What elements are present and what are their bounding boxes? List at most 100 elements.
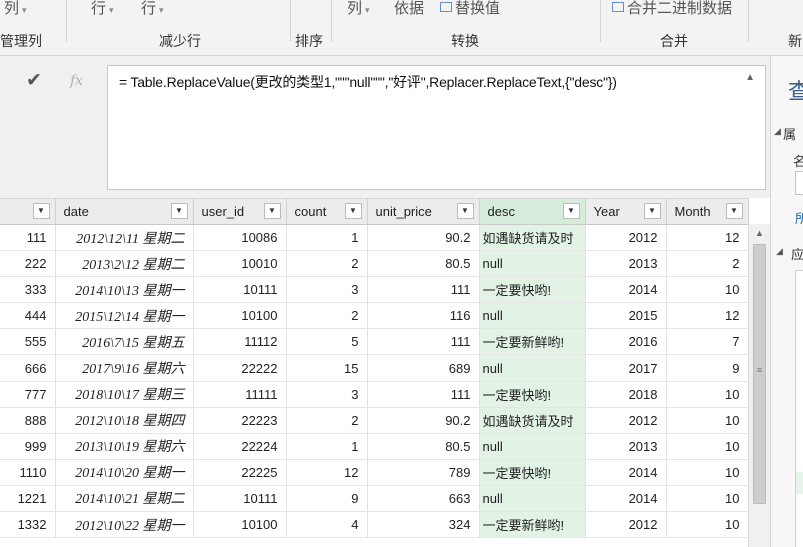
table-cell-id[interactable]: 111 (0, 224, 56, 252)
table-cell-Month[interactable]: 9 (666, 354, 749, 382)
column-header-month[interactable]: Month ▼ (666, 198, 749, 225)
table-cell-user-id[interactable]: 11112 (193, 328, 287, 356)
table-cell-desc[interactable]: null (479, 433, 586, 460)
table-cell-id[interactable]: 666 (0, 354, 56, 382)
table-cell-desc[interactable]: 一定要快哟! (479, 459, 586, 486)
table-cell-count[interactable]: 1 (286, 224, 368, 252)
table-cell-date[interactable]: 2014\10\21 星期二 (55, 485, 194, 513)
table-row[interactable]: 777 2018\10\17 星期三 11111 3 111 一定要快哟! 2018 10 (0, 381, 749, 408)
table-cell-desc[interactable]: null (479, 302, 586, 330)
table-cell-unit-price[interactable]: 90.2 (367, 224, 480, 252)
applied-steps-section-header[interactable]: 应 (791, 244, 803, 263)
filter-dropdown-icon[interactable]: ▼ (562, 203, 580, 219)
table-cell-unit-price[interactable]: 663 (367, 485, 480, 513)
table-cell-desc[interactable]: null (479, 354, 586, 382)
table-cell-Month[interactable]: 10 (666, 407, 749, 434)
table-cell-date[interactable]: 2017\9\16 星期六 (55, 354, 194, 382)
filter-dropdown-icon[interactable]: ▼ (643, 203, 661, 219)
table-cell-count[interactable]: 3 (286, 276, 368, 304)
filter-dropdown-icon[interactable]: ▼ (263, 203, 281, 219)
table-cell-Year[interactable]: 2016 (585, 328, 667, 356)
table-row[interactable]: 1221 2014\10\21 星期二 10111 9 663 null 2014 10 (0, 485, 749, 513)
table-cell-user-id[interactable]: 10100 (193, 511, 287, 539)
properties-section-header[interactable]: 属 (783, 124, 796, 143)
table-cell-unit-price[interactable]: 116 (367, 302, 480, 330)
table-cell-Year[interactable]: 2012 (585, 511, 667, 539)
filter-dropdown-icon[interactable]: ▼ (344, 203, 362, 219)
ribbon-item-column-dropdown-2[interactable]: 列 ▾ (347, 0, 370, 18)
table-cell-Month[interactable]: 12 (666, 224, 749, 252)
formula-input[interactable]: = Table.ReplaceValue(更改的类型1,"""null""","… (107, 65, 766, 190)
table-cell-id[interactable]: 888 (0, 407, 56, 434)
column-header-date[interactable]: date ▼ (55, 198, 194, 225)
applied-steps-list[interactable] (795, 270, 803, 547)
filter-dropdown-icon[interactable]: ▼ (456, 203, 474, 219)
chevron-up-icon[interactable]: ▲ (745, 72, 755, 83)
ribbon-item-combine-binaries[interactable]: 合并二进制数据 (612, 0, 732, 18)
column-header-id[interactable]: ▼ (0, 198, 56, 225)
table-cell-user-id[interactable]: 10111 (193, 485, 287, 513)
collapse-caret-icon[interactable]: ◢ (774, 126, 781, 137)
table-cell-Year[interactable]: 2012 (585, 224, 667, 252)
column-header-user-id[interactable]: user_id ▼ (193, 198, 287, 225)
table-cell-Year[interactable]: 2012 (585, 407, 667, 434)
table-cell-count[interactable]: 5 (286, 328, 368, 356)
ribbon-item-replace-values[interactable]: 替换值 (440, 0, 500, 18)
table-cell-Month[interactable]: 7 (666, 328, 749, 356)
table-cell-desc[interactable]: 如遇缺货请及时 (479, 224, 586, 252)
table-cell-Year[interactable]: 2015 (585, 302, 667, 330)
table-cell-count[interactable]: 15 (286, 354, 368, 382)
table-cell-id[interactable]: 444 (0, 302, 56, 330)
table-cell-Month[interactable]: 10 (666, 459, 749, 486)
filter-dropdown-icon[interactable]: ▼ (725, 203, 743, 219)
all-properties-link[interactable]: 所 (795, 208, 803, 227)
table-cell-unit-price[interactable]: 324 (367, 511, 480, 539)
table-cell-Month[interactable]: 10 (666, 276, 749, 304)
table-cell-unit-price[interactable]: 90.2 (367, 407, 480, 434)
table-cell-unit-price[interactable]: 689 (367, 354, 480, 382)
table-cell-count[interactable]: 3 (286, 381, 368, 408)
table-cell-user-id[interactable]: 10010 (193, 250, 287, 278)
table-cell-user-id[interactable]: 10100 (193, 302, 287, 330)
table-cell-count[interactable]: 2 (286, 407, 368, 434)
table-cell-Year[interactable]: 2017 (585, 354, 667, 382)
table-cell-unit-price[interactable]: 111 (367, 328, 480, 356)
table-row[interactable]: 333 2014\10\13 星期一 10111 3 111 一定要快哟! 2014 10 (0, 276, 749, 304)
table-cell-desc[interactable]: null (479, 250, 586, 278)
table-cell-Year[interactable]: 2014 (585, 485, 667, 513)
column-header-desc[interactable]: desc ▼ (479, 198, 586, 225)
table-cell-Month[interactable]: 10 (666, 485, 749, 513)
table-cell-date[interactable]: 2012\10\18 星期四 (55, 407, 194, 434)
ribbon-item-by[interactable]: 依据 (394, 0, 424, 18)
table-cell-Month[interactable]: 12 (666, 302, 749, 330)
filter-dropdown-icon[interactable]: ▼ (32, 203, 50, 219)
table-cell-Year[interactable]: 2013 (585, 433, 667, 460)
table-cell-Year[interactable]: 2014 (585, 276, 667, 304)
table-cell-date[interactable]: 2012\10\22 星期一 (55, 511, 194, 539)
table-cell-Month[interactable]: 2 (666, 250, 749, 278)
table-cell-count[interactable]: 12 (286, 459, 368, 486)
table-cell-unit-price[interactable]: 111 (367, 276, 480, 304)
table-cell-count[interactable]: 2 (286, 250, 368, 278)
table-cell-id[interactable]: 1332 (0, 511, 56, 539)
table-row[interactable]: 111 2012\12\11 星期二 10086 1 90.2 如遇缺货请及时 2012 12 (0, 224, 749, 252)
table-cell-id[interactable]: 1110 (0, 459, 56, 486)
table-cell-desc[interactable]: 一定要快哟! (479, 276, 586, 304)
filter-dropdown-icon[interactable]: ▼ (170, 203, 188, 219)
table-cell-user-id[interactable]: 11111 (193, 381, 287, 408)
column-header-count[interactable]: count ▼ (286, 198, 368, 225)
applied-step-selected[interactable] (796, 472, 803, 494)
table-cell-id[interactable]: 222 (0, 250, 56, 278)
ribbon-item-row-dropdown-2[interactable]: 行 ▾ (141, 0, 164, 18)
table-cell-Month[interactable]: 10 (666, 511, 749, 539)
ribbon-item-row-dropdown-1[interactable]: 行 ▾ (91, 0, 114, 18)
table-cell-Year[interactable]: 2018 (585, 381, 667, 408)
scrollbar-thumb[interactable]: ≡ (753, 244, 766, 504)
table-cell-count[interactable]: 4 (286, 511, 368, 539)
table-cell-date[interactable]: 2015\12\14 星期一 (55, 302, 194, 330)
table-cell-unit-price[interactable]: 111 (367, 381, 480, 408)
table-cell-count[interactable]: 1 (286, 433, 368, 460)
table-cell-id[interactable]: 1221 (0, 485, 56, 513)
ribbon-item-column-dropdown-1[interactable]: 列 ▾ (4, 0, 27, 18)
table-cell-Month[interactable]: 10 (666, 381, 749, 408)
